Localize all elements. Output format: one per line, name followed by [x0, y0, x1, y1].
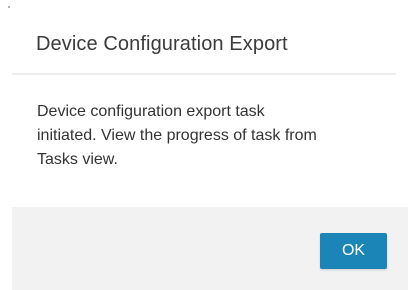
dialog-header: Device Configuration Export [0, 0, 408, 75]
export-dialog: Device Configuration Export Device confi… [0, 0, 408, 290]
header-divider [12, 73, 396, 75]
ok-button[interactable]: OK [320, 233, 387, 269]
dialog-title: Device Configuration Export [36, 33, 288, 55]
dialog-footer: OK [12, 207, 408, 290]
dialog-message: Device configuration export task initiat… [37, 103, 317, 168]
